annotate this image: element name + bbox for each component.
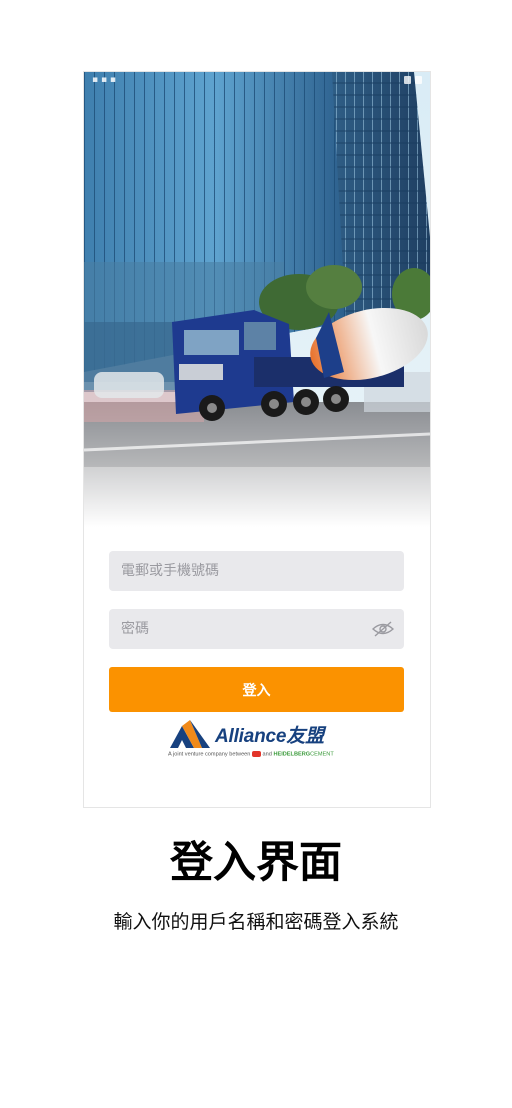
brand-name: Alliance友盟 <box>215 725 324 747</box>
tagline-prefix: A joint venture company between <box>168 751 251 758</box>
status-bar: ▪ ▪ ▪ <box>84 72 430 88</box>
partner-logo-icon <box>251 751 261 757</box>
status-bar-left: ▪ ▪ ▪ <box>92 75 117 85</box>
battery-icon <box>415 76 422 84</box>
tagline-and: and <box>262 751 272 758</box>
page-subtitle: 輸入你的用戶名稱和密碼登入系統 <box>113 911 399 933</box>
page-title: 登入界面 <box>170 838 342 888</box>
password-input[interactable] <box>119 620 372 638</box>
signal-icon <box>404 76 411 84</box>
email-input[interactable] <box>119 562 394 580</box>
email-field[interactable] <box>109 551 404 591</box>
tagline-partner-suffix: CEMENT <box>310 751 334 758</box>
login-button[interactable]: 登入 <box>109 667 404 712</box>
brand-logo: Alliance友盟 A joint venture company betwe… <box>168 717 348 769</box>
alliance-triangle-logo <box>170 720 210 748</box>
eye-off-icon[interactable] <box>372 621 394 637</box>
phone-screen: ▪ ▪ ▪ 登入 Alliance友盟 A <box>83 71 431 808</box>
password-field[interactable] <box>109 609 404 649</box>
status-bar-right <box>404 76 422 84</box>
tagline-partner: HEIDELBERG <box>273 751 311 758</box>
hero-image: ▪ ▪ ▪ <box>84 72 430 527</box>
brand-tagline: A joint venture company between and HEID… <box>168 751 348 757</box>
